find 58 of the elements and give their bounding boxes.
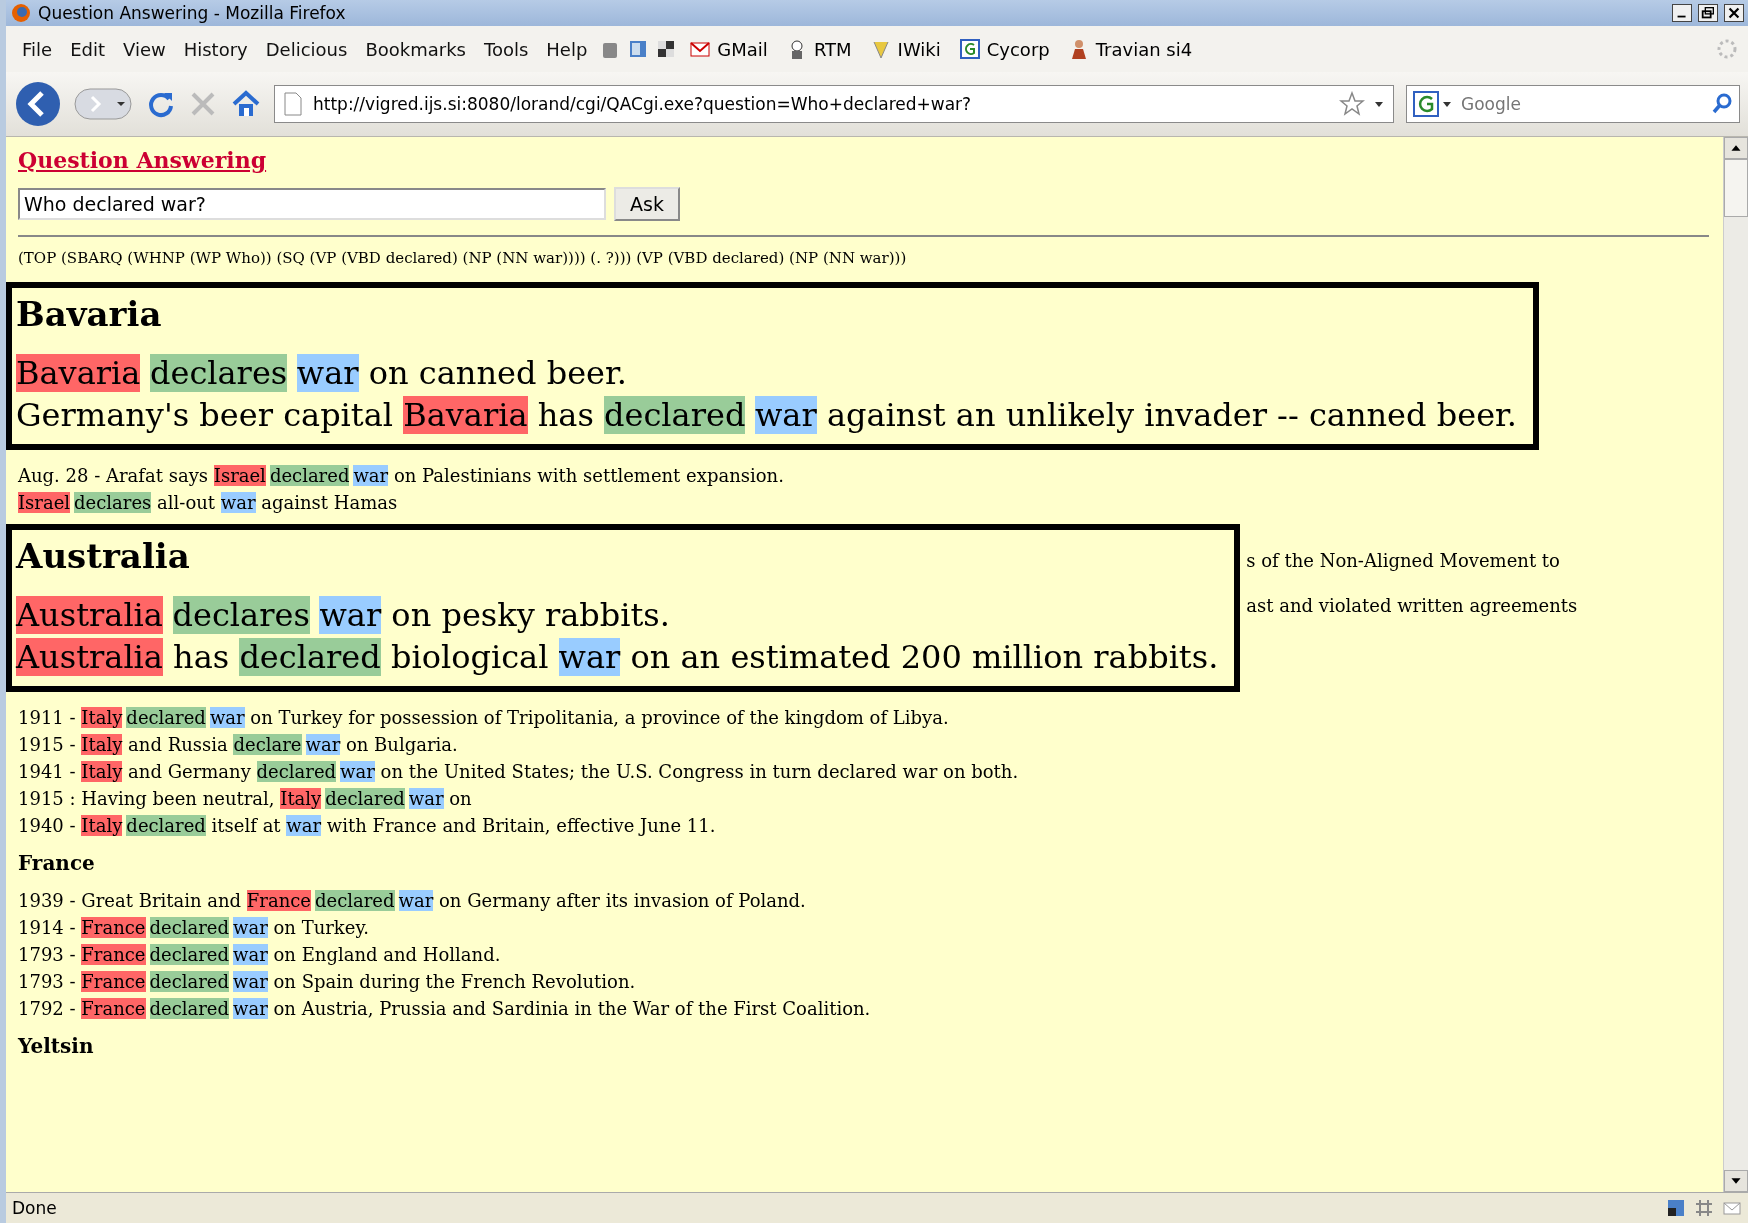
bookmark-link[interactable]: IWiki	[863, 36, 947, 62]
result-heading: France	[18, 851, 96, 875]
bookmark-link[interactable]: Cycorp	[952, 36, 1056, 62]
g-letter-icon[interactable]	[1413, 91, 1453, 117]
ask-button[interactable]: Ask	[614, 187, 680, 221]
result-sentence: 1793 - France declared war on Spain during the French Revolution.	[18, 970, 637, 994]
parse-tree-text: (TOP (SBARQ (WHNP (WP Who)) (SQ (VP (VBD declared) (NP (NN war)))) (. ?))) (VP (VBD declared) (NP (NN war)))	[18, 248, 908, 269]
result-sentence: Bavaria declares war on canned beer.	[16, 353, 628, 394]
page-title-link[interactable]: Question Answering	[18, 147, 267, 173]
back-icon[interactable]	[14, 80, 62, 128]
menu-item[interactable]: Bookmarks	[359, 34, 472, 64]
menu-item[interactable]: Help	[540, 34, 594, 64]
star-icon[interactable]	[1339, 91, 1365, 117]
g-letter-icon	[958, 38, 981, 60]
grid-icon[interactable]	[1694, 1198, 1714, 1218]
result-sentence: 1939 - Great Britain and France declared war on Germany after its invasion of Poland.	[18, 889, 807, 913]
scroll-up-icon[interactable]	[1724, 137, 1748, 159]
bookmark-link[interactable]: RTM	[779, 36, 858, 62]
question-field[interactable]: Who declared war?	[18, 188, 606, 220]
menu-item[interactable]: File	[16, 34, 59, 64]
menu-item[interactable]: Edit	[64, 34, 111, 64]
menu-item[interactable]: History	[177, 34, 254, 64]
result-sentence: s of the Non-Aligned Movement to	[1246, 550, 1561, 571]
menu-item[interactable]: Tools	[477, 34, 535, 64]
search-icon[interactable]	[1711, 93, 1733, 115]
menu-item[interactable]: Delicious	[259, 34, 354, 64]
result-sentence: Australia declares war on pesky rabbits.	[16, 595, 671, 636]
close-icon[interactable]	[1724, 4, 1744, 22]
status-text: Done	[12, 1198, 58, 1218]
result-sentence: Aug. 28 - Arafat says Israel declared war on Palestinians with settlement expansion.	[18, 464, 785, 488]
scrollbar-thumb[interactable]	[1724, 159, 1748, 217]
menu-item[interactable]: View	[117, 34, 172, 64]
bookmark-link[interactable]: Travian si4	[1061, 36, 1199, 62]
result-sentence: 1793 - France declared war on England and Holland.	[18, 943, 502, 967]
search-field[interactable]: Google	[1459, 93, 1705, 115]
window-title: Question Answering - Mozilla Firefox	[38, 3, 347, 23]
minimize-icon[interactable]	[1672, 4, 1692, 22]
scroll-down-icon[interactable]	[1724, 1170, 1748, 1192]
result-sentence: ast and violated written agreements	[1246, 595, 1578, 616]
bookmark-link[interactable]: GMail	[683, 36, 774, 62]
page-icon	[283, 92, 303, 116]
result-sentence: Australia has declared biological war on an estimated 200 million rabbits.	[16, 637, 1219, 678]
throbber-icon	[1716, 38, 1738, 60]
result-sentence: Israel declares all-out war against Hamas	[18, 491, 399, 515]
result-sentence: 1792 - France declared war on Austria, Prussia and Sardinia in the War of the First Coalition.	[18, 997, 872, 1021]
search-box[interactable]: Google	[1406, 85, 1740, 123]
result-heading: Australia	[16, 536, 191, 576]
address-field[interactable]: http://vigred.ijs.si:8080/lorand/cgi/QACgi.exe?question=Who+declared+war?	[274, 85, 1394, 123]
restore-icon[interactable]	[1698, 4, 1718, 22]
result-sentence: 1914 - France declared war on Turkey.	[18, 916, 370, 940]
result-heading: Yeltsin	[18, 1034, 95, 1058]
home-icon[interactable]	[230, 89, 262, 119]
result-sentence: 1915 : Having been neutral, Italy declared war on	[18, 787, 473, 811]
window-icon[interactable]	[1666, 1198, 1686, 1218]
result-sentence: Germany's beer capital Bavaria has declared war against an unlikely invader -- canned beer.	[16, 395, 1517, 436]
url-field[interactable]: http://vigred.ijs.si:8080/lorand/cgi/QACgi.exe?question=Who+declared+war?	[311, 93, 1331, 115]
firefox-icon	[10, 2, 32, 24]
result-heading: Bavaria	[16, 294, 163, 334]
